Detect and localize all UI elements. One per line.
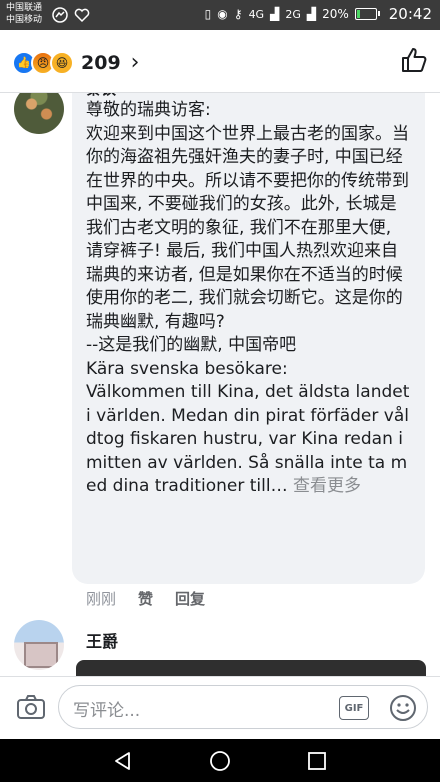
comment-bubble[interactable]: 秦钗 尊敬的瑞典访客: 欢迎来到中国这个世界上最古老的国家。当你的海盗祖先强奸渔… bbox=[72, 74, 425, 584]
vibrate-icon: ▯ bbox=[204, 7, 212, 21]
avatar[interactable] bbox=[14, 620, 64, 670]
comment-time: 刚刚 bbox=[86, 590, 117, 608]
reaction-summary[interactable]: 👍 😠 😆 209 › bbox=[12, 50, 139, 75]
navigation-bar bbox=[0, 738, 440, 782]
key-icon: ⚷ bbox=[233, 7, 243, 21]
battery-percent: 20% bbox=[322, 7, 349, 21]
clock: 20:42 bbox=[388, 5, 432, 23]
reaction-count: 209 bbox=[81, 51, 121, 74]
messenger-icon bbox=[52, 7, 68, 23]
reply-button[interactable]: 回复 bbox=[175, 588, 205, 609]
emoji-icon[interactable] bbox=[389, 694, 417, 722]
system-icons: ▯ ◉ ⚷ 4G ▟ 2G ▟ 20% 20:42 bbox=[205, 5, 432, 23]
like-button[interactable]: 赞 bbox=[138, 588, 153, 609]
signal-icon: ▟ bbox=[270, 7, 280, 21]
camera-icon[interactable] bbox=[16, 694, 46, 720]
health-icon bbox=[74, 8, 90, 23]
chevron-right-icon: › bbox=[130, 50, 140, 75]
haha-icon: 😆 bbox=[50, 50, 74, 75]
notification-icons bbox=[52, 7, 90, 23]
comment-input[interactable]: 写评论... GIF bbox=[58, 685, 428, 729]
comment-body: 尊敬的瑞典访客: 欢迎来到中国这个世界上最古老的国家。当你的海盗祖先强奸渔夫的妻… bbox=[86, 100, 410, 496]
reactions-header: 👍 😠 😆 209 › bbox=[0, 30, 440, 93]
recents-icon[interactable] bbox=[306, 750, 328, 772]
carrier-info: 中国联通 中国移动 bbox=[6, 2, 42, 26]
home-icon[interactable] bbox=[209, 750, 231, 772]
carrier-2: 中国移动 bbox=[6, 15, 43, 25]
network-1: 4G bbox=[248, 7, 265, 21]
comment-composer: 写评论... GIF bbox=[0, 676, 440, 739]
back-icon[interactable] bbox=[112, 750, 134, 772]
see-more-link[interactable]: 查看更多 bbox=[293, 476, 361, 496]
status-bar: 中国联通 中国移动 ▯ ◉ ⚷ 4G ▟ 2G ▟ 20% 20:42 bbox=[0, 0, 440, 30]
carrier-1: 中国联通 bbox=[6, 3, 43, 13]
battery-icon bbox=[354, 8, 380, 20]
comment-text: 尊敬的瑞典访客: 欢迎来到中国这个世界上最古老的国家。当你的海盗祖先强奸渔夫的妻… bbox=[86, 99, 411, 499]
comment-author[interactable]: 王爵 bbox=[86, 628, 118, 652]
network-2: 2G bbox=[285, 7, 301, 21]
gif-button[interactable]: GIF bbox=[339, 696, 369, 720]
signal-icon-2: ▟ bbox=[306, 7, 317, 21]
comment-actions: 刚刚 赞 回复 bbox=[86, 588, 205, 609]
thumbs-up-icon[interactable] bbox=[400, 46, 428, 74]
eye-icon: ◉ bbox=[217, 7, 228, 21]
comment-placeholder: 写评论... bbox=[73, 701, 141, 721]
